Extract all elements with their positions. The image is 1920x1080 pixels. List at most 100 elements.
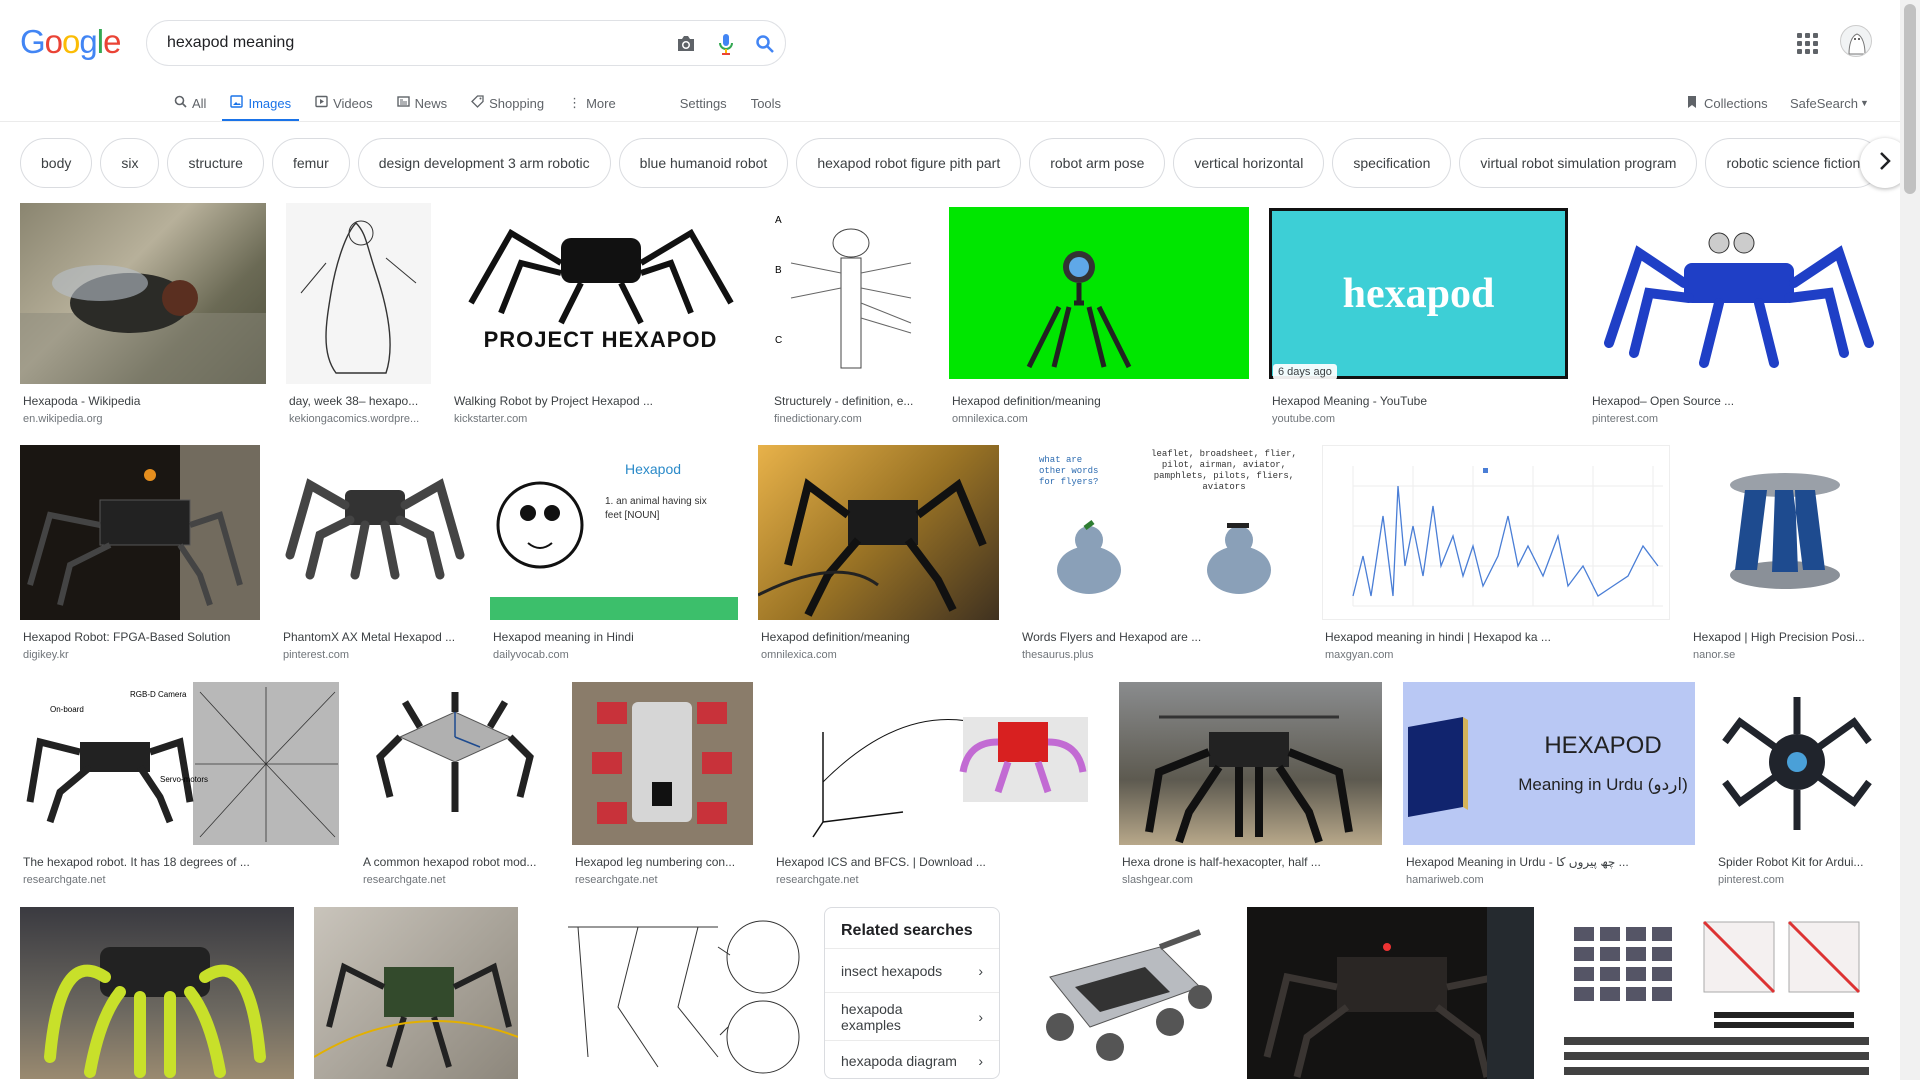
microphone-icon[interactable] [714,32,738,56]
tab-shopping[interactable]: Shopping [463,84,552,122]
result-thumbnail [1322,445,1670,620]
chip[interactable]: femur [271,138,350,188]
svg-text:B: B [775,265,782,276]
image-result[interactable]: Hexapod | High Precision Posi... nanor.s… [1690,445,1879,661]
image-result[interactable]: Hexapod definition/meaning omnilexica.co… [758,445,999,661]
chip[interactable]: design development 3 arm robotic [357,138,611,188]
tab-news[interactable]: News [389,84,456,122]
search-box [146,20,786,66]
result-thumbnail [1589,203,1879,384]
svg-text:A: A [775,215,782,226]
image-result[interactable]: day, week 38– hexapo... kekiongacomics.w… [286,203,431,425]
avatar[interactable] [1840,25,1872,57]
chip[interactable]: six [100,138,160,188]
result-thumbnail: Hexapod 1. an animal having six feet [NO… [490,445,738,620]
result-thumbnail [538,907,804,1079]
result-thumbnail [572,682,753,845]
image-result[interactable]: PROJECT HEXAPOD Walking Robot by Project… [451,203,750,425]
result-thumbnail [1715,682,1879,845]
tab-settings[interactable]: Settings [672,84,735,122]
image-result[interactable] [1247,907,1534,1079]
tab-more[interactable]: ⋮ More [560,84,624,122]
image-result[interactable]: Hexapod ICS and BFCS. | Download ... res… [773,682,1099,886]
related-search-item[interactable]: hexapoda diagram › [825,1040,999,1080]
related-searches-title: Related searches [841,922,973,939]
image-result[interactable]: Hexa drone is half-hexacopter, half ... … [1119,682,1382,886]
image-result[interactable] [314,907,518,1079]
image-result[interactable]: HEXAPOD Meaning in Urdu (اردو) Hexapod M… [1403,682,1695,886]
thumbnail-text: 1. an animal having six feet [NOUN] [605,496,707,521]
related-search-item[interactable]: hexapoda examples › [825,992,999,1040]
image-result[interactable]: Hexapod 1. an animal having six feet [NO… [490,445,738,661]
safesearch-menu[interactable]: SafeSearch ▼ [1790,84,1869,122]
image-result[interactable]: Hexapod leg numbering con... researchgat… [572,682,753,886]
image-result[interactable]: ABC Structurely - definition, e... fined… [771,203,929,425]
result-thumbnail [20,445,260,620]
thumbnail-text: Meaning in Urdu (اردو) [1518,775,1688,794]
image-result[interactable]: On-board RGB-D Camera Servo-motors The hex… [20,682,339,886]
chevron-right-icon: › [978,1008,983,1025]
search-input[interactable] [167,34,637,52]
chevron-right-icon: › [978,962,983,979]
image-result[interactable]: Spider Robot Kit for Ardui... pinterest.… [1715,682,1879,886]
tab-videos[interactable]: Videos [307,84,381,122]
chip[interactable]: robot arm pose [1029,138,1166,188]
google-images-page: Google All Images [0,0,1920,1080]
camera-icon[interactable] [674,32,698,56]
image-result[interactable]: what are other words for flyers? leaflet… [1019,445,1302,661]
image-result[interactable]: A common hexapod robot mod... researchga… [360,682,552,886]
related-search-item[interactable]: insect hexapods › [825,948,999,992]
tab-all[interactable]: All [166,84,214,122]
result-thumbnail [20,907,294,1079]
image-result[interactable] [538,907,804,1079]
image-result[interactable]: Hexapod Robot: FPGA-Based Solution digik… [20,445,260,661]
image-result[interactable]: Hexapod definition/meaning omnilexica.co… [949,203,1249,425]
search-tabs: All Images Videos News Shopping ⋮ More Se… [166,84,797,122]
result-thumbnail [1119,682,1382,845]
chevron-right-icon: › [978,1052,983,1069]
result-thumbnail [20,203,266,384]
chip[interactable]: body [20,138,93,188]
caret-down-icon: ▼ [1859,98,1869,108]
result-thumbnail: HEXAPOD Meaning in Urdu (اردو) [1403,682,1695,845]
result-thumbnail [1690,445,1879,620]
result-thumbnail [758,445,999,620]
google-logo[interactable]: Google [20,24,121,60]
chip[interactable]: virtual robot simulation program [1459,138,1698,188]
apps-grid-icon[interactable] [1794,30,1818,54]
result-thumbnail [280,445,470,620]
result-thumbnail [1247,907,1534,1079]
tab-tools[interactable]: Tools [743,84,789,122]
image-result[interactable] [1020,907,1227,1079]
chip[interactable]: hexapod robot figure pith part [796,138,1022,188]
image-result[interactable]: PhantomX AX Metal Hexapod ... pinterest.… [280,445,470,661]
image-result[interactable]: hexapod 6 days ago Hexapod Meaning - You… [1269,203,1569,425]
image-result[interactable] [1554,907,1879,1079]
chip[interactable]: structure [167,138,264,188]
related-chips-bar: body six structure femur design developm… [20,138,1880,188]
result-thumbnail: On-board RGB-D Camera Servo-motors [20,682,339,845]
news-icon [396,95,410,111]
thumbnail-text: PROJECT HEXAPOD [451,327,750,353]
search-submit-icon[interactable] [753,32,777,56]
thumbnail-text: Hexapod [625,461,682,477]
scrollbar-thumb[interactable] [1904,4,1916,194]
collections-link[interactable]: Collections [1686,84,1768,122]
image-result[interactable]: Hexapod– Open Source ... pinterest.com [1589,203,1879,425]
related-searches-card: Related searches insect hexapods › hexap… [824,907,1000,1079]
image-result[interactable] [20,907,294,1079]
image-result[interactable]: Hexapod meaning in hindi | Hexapod ka ..… [1322,445,1670,661]
chip[interactable]: vertical horizontal [1173,138,1325,188]
video-icon [315,95,328,111]
chip[interactable]: robotic science fiction [1705,138,1880,188]
page-scrollbar[interactable] [1900,0,1920,1080]
result-thumbnail [1554,907,1879,1079]
tab-images[interactable]: Images [222,84,299,122]
svg-text:Servo-motors: Servo-motors [160,775,208,784]
bookmark-icon [1686,95,1698,112]
tag-icon [471,95,484,111]
chip[interactable]: specification [1332,138,1452,188]
image-result[interactable]: Hexapoda - Wikipedia en.wikipedia.org [20,203,266,425]
svg-text:RGB-D Camera: RGB-D Camera [130,690,187,699]
chip[interactable]: blue humanoid robot [618,138,789,188]
